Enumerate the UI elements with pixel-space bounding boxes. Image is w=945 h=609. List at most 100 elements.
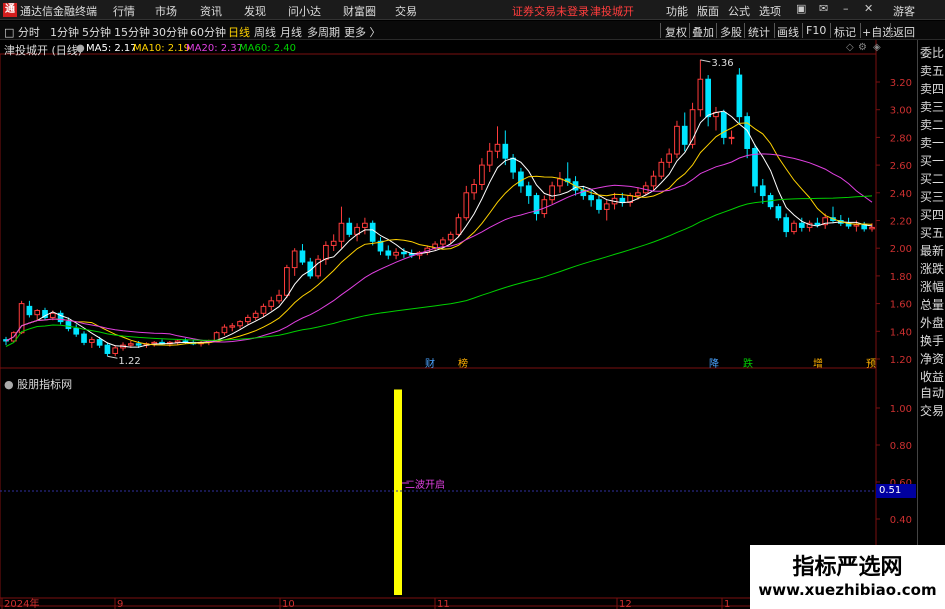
side-item[interactable]: 买二 — [918, 170, 945, 188]
menu-faxian[interactable]: 发现 — [244, 3, 266, 19]
side-item[interactable]: 卖二 — [918, 116, 945, 134]
period-weekly[interactable]: 周线 — [254, 24, 276, 40]
candle-body — [736, 74, 743, 118]
period-15min[interactable]: 15分钟 — [114, 24, 150, 40]
side-item[interactable]: 外盘 — [918, 314, 945, 332]
candle-body — [104, 344, 111, 354]
tool-add-watchlist[interactable]: +自选 — [862, 24, 893, 40]
menu-wenxiaoda[interactable]: 问小达 — [288, 3, 321, 19]
message-icon[interactable]: ✉ — [819, 2, 828, 15]
login-notice[interactable]: 证券交易未登录 — [512, 3, 589, 19]
side-item[interactable]: 委比 — [918, 44, 945, 62]
menu-gongneng[interactable]: 功能 — [666, 3, 688, 19]
title-bar: 通 通达信金融终端 行情 市场 资讯 发现 问小达 财富圈 交易 证券交易未登录… — [0, 0, 945, 20]
minimize-icon[interactable]: – — [843, 2, 849, 15]
side-item[interactable]: 买四 — [918, 206, 945, 224]
candle-body — [502, 143, 509, 159]
side-item[interactable]: 卖三 — [918, 98, 945, 116]
legend-toggle-icon[interactable]: ● — [76, 43, 85, 54]
expand-icon[interactable]: ◈ — [873, 42, 881, 53]
period-5min[interactable]: 5分钟 — [82, 24, 111, 40]
candle-body — [385, 250, 392, 256]
tool-f10[interactable]: F10 — [806, 24, 826, 37]
side-item[interactable]: 涨幅 — [918, 278, 945, 296]
candle-body — [73, 328, 80, 335]
toolbar-divider — [689, 23, 690, 38]
side-item[interactable]: 自动 — [918, 384, 945, 402]
indicator-y-tick-label: 0.40 — [890, 515, 912, 526]
candle-body — [96, 339, 103, 346]
side-item[interactable]: 净资 — [918, 350, 945, 368]
menu-shichang[interactable]: 市场 — [155, 3, 177, 19]
tool-diejia[interactable]: 叠加 — [692, 24, 714, 40]
y-tick-label: 1.40 — [890, 327, 912, 338]
candle-body — [705, 78, 712, 118]
y-tick-label: 2.40 — [890, 189, 912, 200]
toolbar-divider — [802, 23, 803, 38]
candle-body — [252, 312, 259, 318]
tool-fuquan[interactable]: 复权 — [665, 24, 687, 40]
legend-ma5: MA5: 2.17 — [86, 43, 137, 54]
side-item[interactable]: 卖一 — [918, 134, 945, 152]
period-60min[interactable]: 60分钟 — [190, 24, 226, 40]
candle-body — [81, 333, 87, 343]
candle-body — [291, 250, 298, 269]
menu-xuanxiang[interactable]: 选项 — [759, 3, 781, 19]
candle-body — [393, 251, 399, 256]
candle-body — [650, 175, 657, 187]
side-item[interactable]: 总量 — [918, 296, 945, 314]
period-fenshi-checkbox[interactable]: □ — [4, 26, 14, 39]
kline-chart[interactable]: 3.20 3.00 2.80 2.60 2.40 2.20 2.00 1.80 1.60 1.40… — [0, 40, 917, 609]
period-monthly[interactable]: 月线 — [280, 24, 302, 40]
event-tag: 跌 — [743, 357, 753, 370]
candle-body — [323, 244, 329, 260]
app-name: 通达信金融终端 — [20, 5, 97, 18]
menu-banmian[interactable]: 版面 — [697, 3, 719, 19]
skin-icon[interactable]: ▣ — [796, 2, 806, 15]
x-tick-label: 9 — [117, 599, 123, 609]
tool-back[interactable]: 返回 — [893, 24, 915, 40]
side-item[interactable]: 卖五 — [918, 62, 945, 80]
candle-body — [759, 185, 766, 197]
candle-body — [681, 125, 688, 145]
pin-icon[interactable]: ◇ — [846, 42, 854, 53]
y-tick-label: 2.80 — [890, 133, 912, 144]
candle-body — [783, 217, 790, 233]
close-icon[interactable]: ✕ — [864, 2, 873, 15]
candle-body — [245, 316, 251, 323]
menu-caifuquan[interactable]: 财富圈 — [343, 3, 376, 19]
side-item[interactable]: 涨跌 — [918, 260, 945, 278]
menu-gongshi[interactable]: 公式 — [728, 3, 750, 19]
period-more[interactable]: 更多 〉 — [344, 24, 381, 40]
user-label[interactable]: 游客 — [893, 3, 915, 19]
menu-jiaoyi[interactable]: 交易 — [395, 3, 417, 19]
period-1min[interactable]: 1分钟 — [50, 24, 79, 40]
side-item[interactable]: 交易 — [918, 402, 945, 420]
indicator-toggle-icon[interactable]: ● — [4, 378, 14, 391]
tool-tongji[interactable]: 统计 — [748, 24, 770, 40]
y-tick-label: 2.00 — [890, 244, 912, 255]
settings-icon[interactable]: ⚙ — [858, 42, 867, 53]
menu-zixun[interactable]: 资讯 — [200, 3, 222, 19]
candle-body — [34, 310, 41, 316]
candle-body — [728, 136, 735, 139]
tool-huaxian[interactable]: 画线 — [777, 24, 799, 40]
candle-body — [486, 150, 493, 166]
side-item[interactable]: 换手 — [918, 332, 945, 350]
tool-duogu[interactable]: 多股 — [720, 24, 742, 40]
side-item[interactable]: 卖四 — [918, 80, 945, 98]
candle-body — [127, 343, 134, 346]
event-tag: 榜 — [458, 357, 468, 370]
side-item[interactable]: 买三 — [918, 188, 945, 206]
tool-biaoji[interactable]: 标记 — [834, 24, 856, 40]
side-item[interactable]: 买一 — [918, 152, 945, 170]
period-multi[interactable]: 多周期 — [307, 24, 340, 40]
menu-hangqing[interactable]: 行情 — [113, 3, 135, 19]
candle-body — [798, 222, 805, 228]
side-item[interactable]: 最新 — [918, 242, 945, 260]
side-item[interactable]: 买五 — [918, 224, 945, 242]
period-daily[interactable]: 日线 — [228, 24, 250, 40]
period-fenshi[interactable]: □ 分时 — [4, 24, 40, 40]
period-30min[interactable]: 30分钟 — [152, 24, 188, 40]
toolbar-divider — [830, 23, 831, 38]
